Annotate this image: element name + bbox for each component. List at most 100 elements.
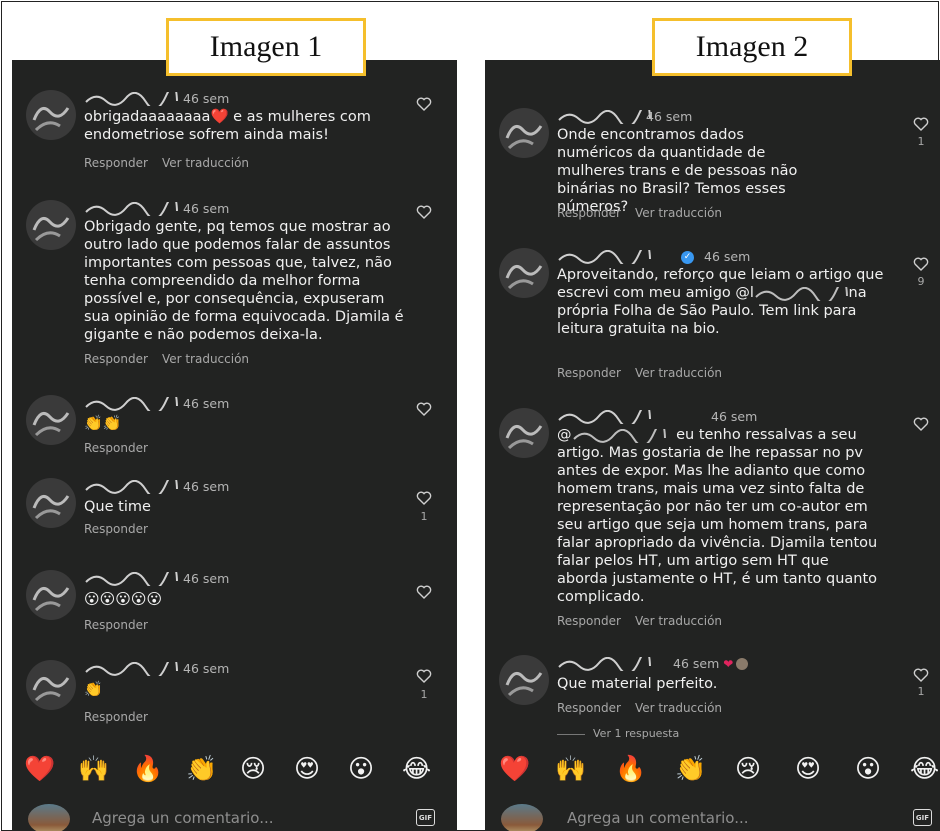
reaction-heart-eyes[interactable]: 😍 [294, 754, 320, 783]
comment-text: Obrigado gente, pq temos que mostrar ao … [84, 219, 404, 343]
translate-button[interactable]: Ver traducción [162, 156, 249, 170]
translate-button[interactable]: Ver traducción [635, 366, 722, 380]
reply-button[interactable]: Responder [557, 366, 621, 380]
avatar [501, 804, 543, 831]
reaction-fire[interactable]: 🔥 [132, 754, 163, 784]
comment-time: 46 sem [183, 201, 230, 216]
verified-badge-icon: ✓ [681, 250, 694, 264]
heart-outline-icon[interactable] [913, 416, 929, 432]
reaction-crying[interactable]: 😢 [735, 754, 761, 783]
comment-time: 46 sem [183, 91, 230, 106]
reaction-raised-hands[interactable]: 🙌 [78, 754, 109, 784]
translate-button[interactable]: Ver traducción [635, 206, 722, 220]
reaction-raised-hands[interactable]: 🙌 [555, 754, 586, 784]
heart-outline-icon[interactable] [416, 584, 432, 600]
quick-reactions-bar: ❤️ 🙌 🔥 👏 😢 😍 😮 😂 [12, 754, 457, 794]
reaction-fire[interactable]: 🔥 [615, 754, 646, 784]
like-count: 1 [420, 510, 428, 523]
gif-icon[interactable]: GIF [416, 809, 435, 826]
username-redacted[interactable] [84, 662, 179, 676]
translate-button[interactable]: Ver traducción [162, 352, 249, 366]
comment-time: 46 sem [183, 396, 230, 411]
heart-outline-icon[interactable] [416, 204, 432, 220]
reply-button[interactable]: Responder [84, 618, 148, 632]
avatar[interactable] [499, 248, 549, 298]
reaction-crying[interactable]: 😢 [240, 754, 266, 783]
avatar[interactable] [26, 660, 76, 710]
reaction-laughing[interactable]: 😂 [402, 754, 431, 783]
avatar[interactable] [499, 408, 549, 458]
username-redacted[interactable] [84, 92, 179, 106]
like-count: 1 [917, 685, 925, 698]
avatar[interactable] [26, 395, 76, 445]
avatar[interactable] [26, 478, 76, 528]
reply-button[interactable]: Responder [84, 710, 148, 724]
reaction-heart[interactable]: ❤️ [24, 754, 55, 784]
comment-text: Aproveitando, reforço que leiam o artigo… [557, 267, 884, 337]
image-caption-2: Imagen 2 [652, 18, 852, 76]
like-count: 1 [420, 688, 428, 701]
gif-icon[interactable]: GIF [913, 809, 932, 826]
mention-redacted[interactable] [754, 287, 848, 301]
comment-time: 46 sem [183, 661, 230, 676]
comments-panel-2: 46 sem Onde encontramos dados numéricos … [485, 60, 940, 831]
reaction-clap[interactable]: 👏 [675, 754, 706, 784]
quick-reactions-bar: ❤️ 🙌 🔥 👏 😢 😍 😮 😂 [485, 754, 940, 794]
like-count: 1 [917, 135, 925, 148]
creator-avatar [736, 658, 749, 670]
mention-redacted[interactable] [572, 429, 672, 443]
username-redacted[interactable] [557, 410, 707, 424]
reply-button[interactable]: Responder [84, 156, 148, 170]
reply-button[interactable]: Responder [84, 352, 148, 366]
avatar[interactable] [26, 570, 76, 620]
reaction-clap[interactable]: 👏 [186, 754, 217, 784]
username-redacted[interactable] [557, 110, 651, 124]
reply-button[interactable]: Responder [557, 614, 621, 628]
reaction-laughing[interactable]: 😂 [910, 754, 939, 783]
username-redacted[interactable] [84, 572, 179, 586]
reaction-surprised[interactable]: 😮 [348, 754, 374, 783]
comment-text: 👏👏 [84, 414, 122, 432]
comments-panel-1: 46 sem obrigadaaaaaaaa❤️ e as mulheres c… [12, 60, 457, 831]
comment-time: 46 sem [183, 479, 230, 494]
comment-composer: Agrega un comentario... GIF [12, 798, 457, 831]
username-redacted[interactable] [557, 657, 669, 671]
heart-outline-icon[interactable] [416, 401, 432, 417]
avatar[interactable] [26, 200, 76, 250]
username-redacted[interactable] [84, 202, 179, 216]
comment-text: 👏 [84, 680, 103, 698]
avatar[interactable] [499, 655, 549, 705]
heart-outline-icon[interactable] [416, 668, 432, 684]
translate-button[interactable]: Ver traducción [635, 701, 722, 715]
comment-text: Que material perfeito. [557, 676, 718, 692]
comment-time: 46 sem [673, 656, 720, 671]
comment-input[interactable]: Agrega un comentario... [92, 809, 274, 827]
heart-outline-icon[interactable] [416, 96, 432, 112]
heart-outline-icon[interactable] [416, 490, 432, 506]
heart-outline-icon[interactable] [913, 116, 929, 132]
reply-button[interactable]: Responder [557, 206, 621, 220]
comment-text: Onde encontramos dados numéricos da quan… [557, 127, 798, 215]
heart-outline-icon[interactable] [913, 256, 929, 272]
image-caption-1: Imagen 1 [166, 18, 366, 76]
reaction-surprised[interactable]: 😮 [855, 754, 881, 783]
reply-button[interactable]: Responder [84, 441, 148, 455]
comment-composer: Agrega un comentario... GIF [485, 798, 940, 831]
username-redacted[interactable] [557, 250, 677, 264]
reaction-heart-eyes[interactable]: 😍 [795, 754, 821, 783]
avatar[interactable] [499, 108, 549, 158]
heart-outline-icon[interactable] [913, 667, 929, 683]
reaction-heart[interactable]: ❤️ [499, 754, 530, 784]
comment-text: Que time [84, 499, 151, 515]
comment-text: obrigadaaaaaaaa❤️ e as mulheres com endo… [84, 109, 371, 143]
reply-button[interactable]: Responder [84, 522, 148, 536]
translate-button[interactable]: Ver traducción [635, 614, 722, 628]
username-redacted[interactable] [84, 480, 179, 494]
comment-time: 46 sem [711, 409, 758, 424]
comment-input[interactable]: Agrega un comentario... [567, 809, 749, 827]
avatar[interactable] [26, 90, 76, 140]
comment-time: 46 sem [646, 109, 693, 124]
reply-button[interactable]: Responder [557, 701, 621, 715]
username-redacted[interactable] [84, 397, 179, 411]
view-replies-link[interactable]: Ver 1 respuesta [557, 727, 679, 740]
